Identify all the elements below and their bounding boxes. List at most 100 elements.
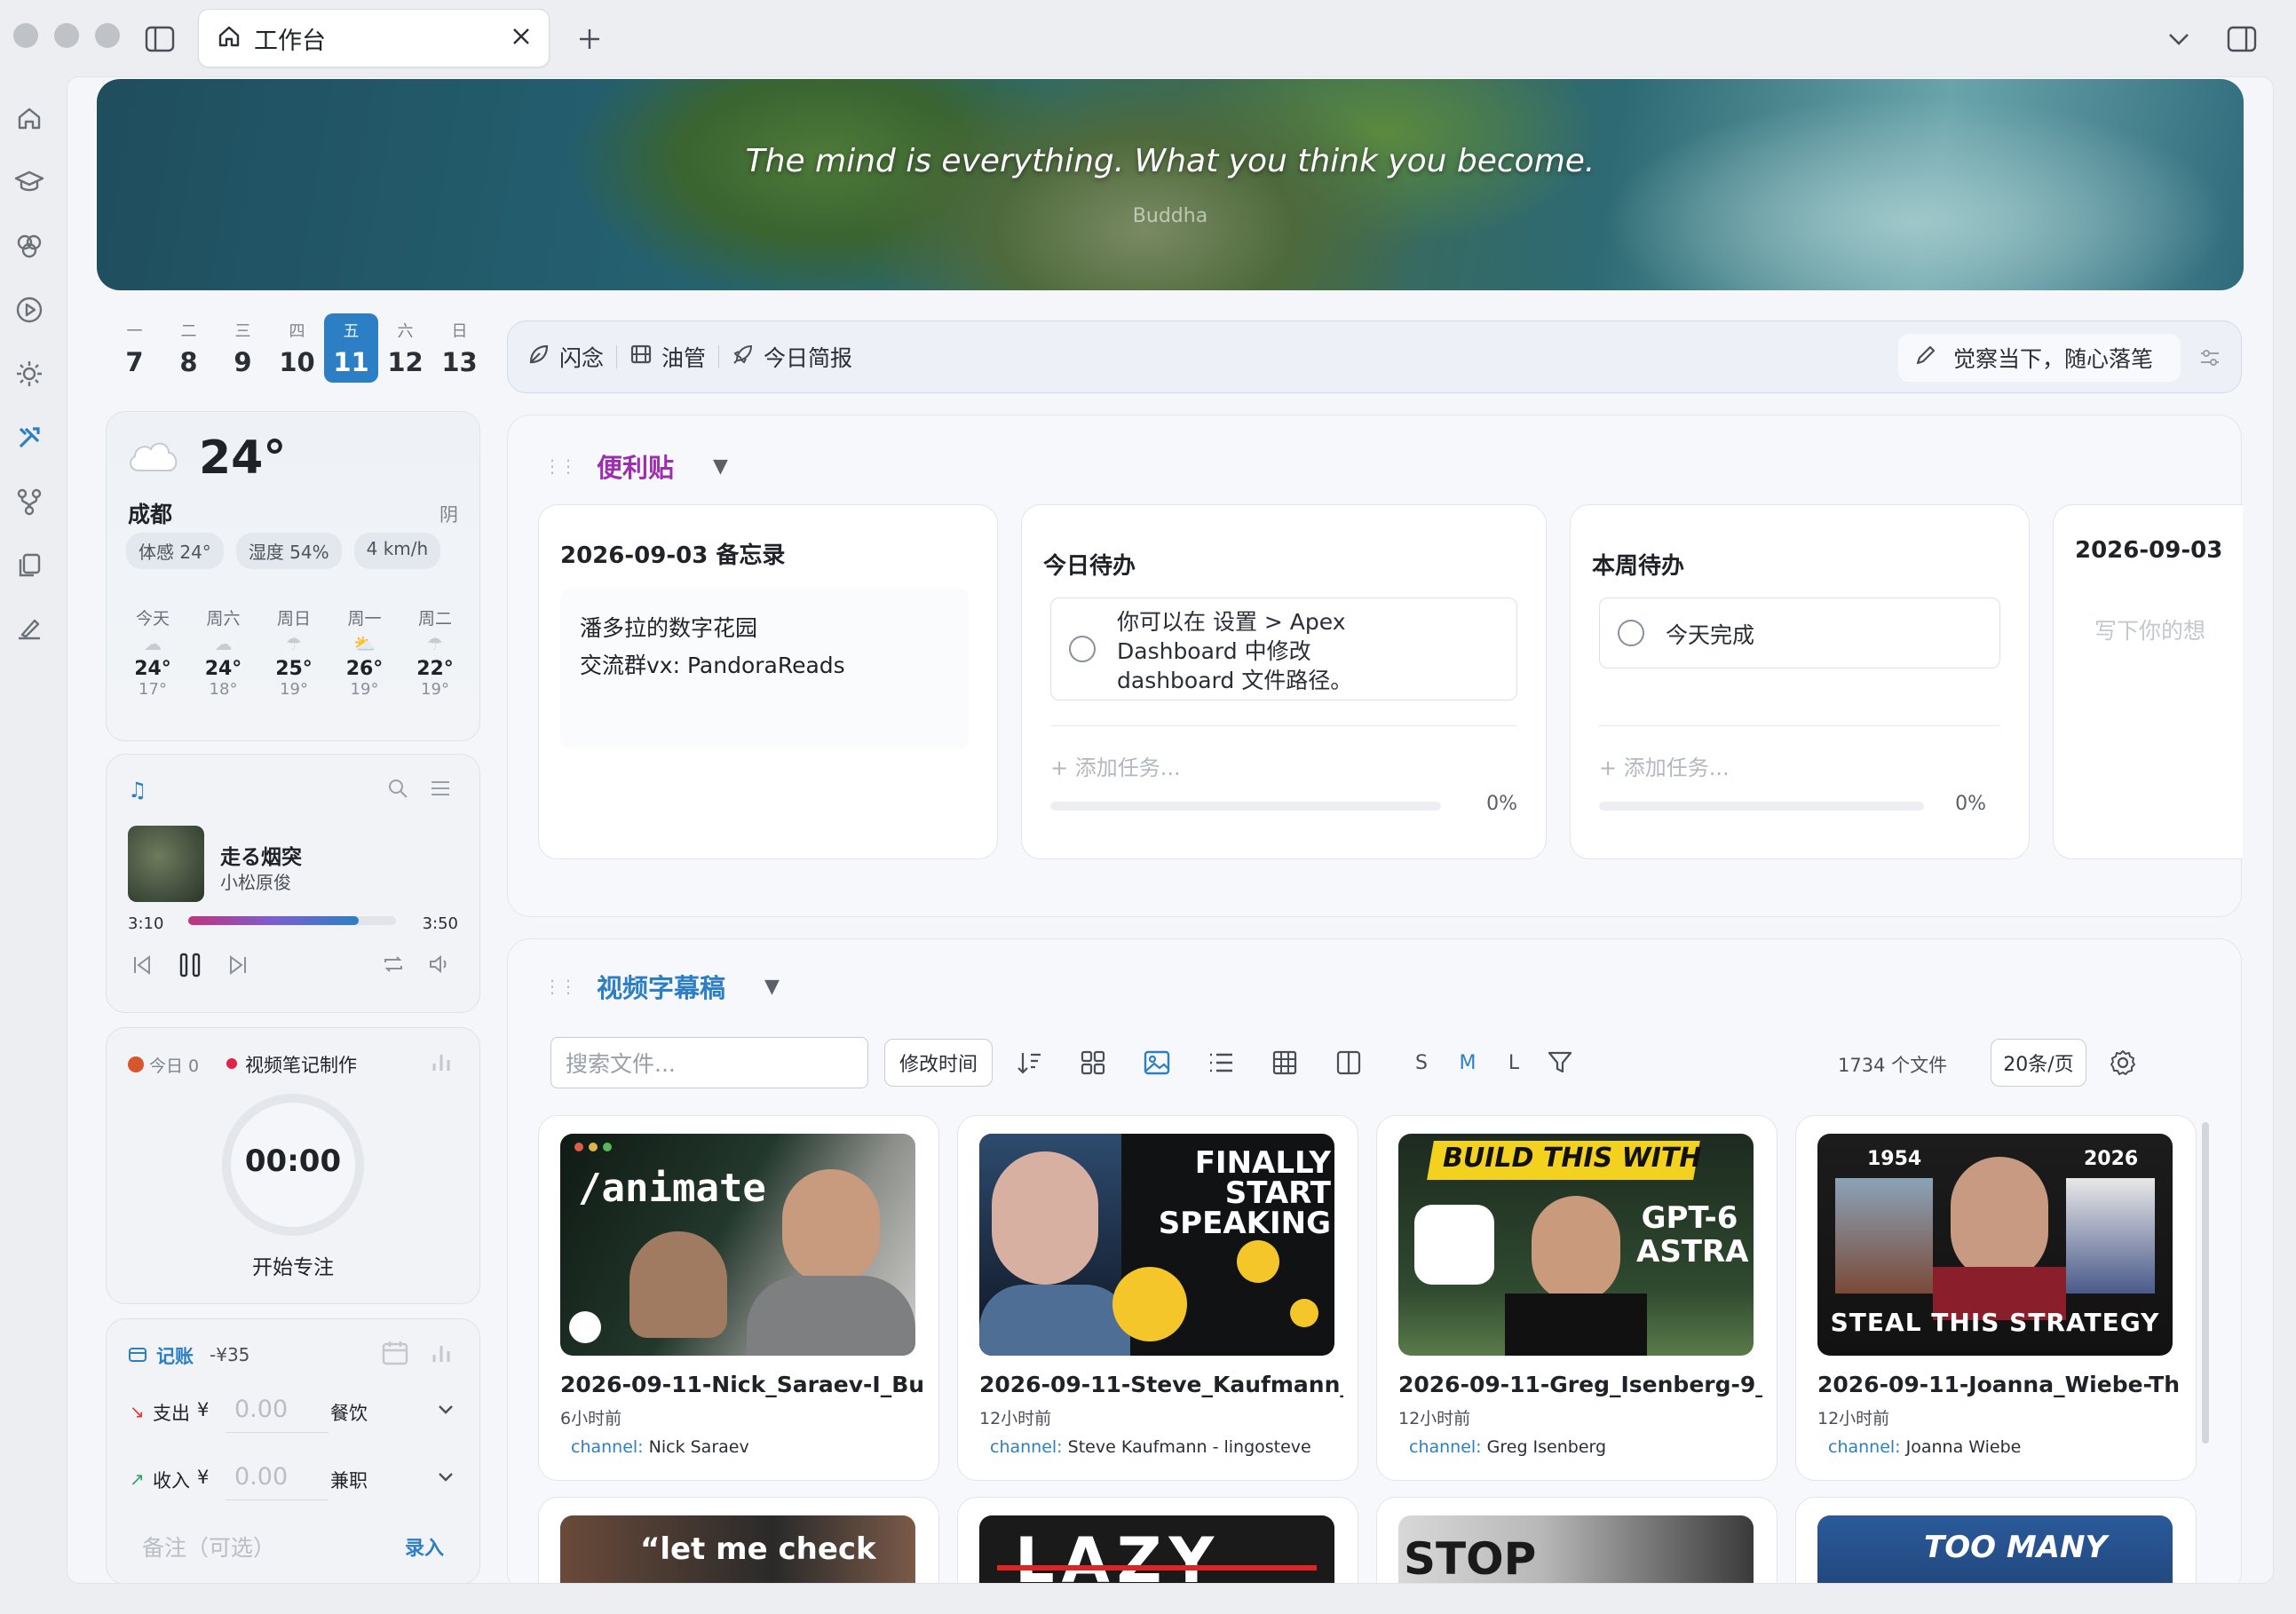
calendar-day-today[interactable]: 五 11 <box>324 313 378 383</box>
graduation-cap-icon[interactable] <box>12 165 46 199</box>
zoom-window-button[interactable] <box>95 23 120 48</box>
income-category-select[interactable]: 兼职 <box>330 1467 368 1493</box>
home-icon[interactable] <box>12 101 46 135</box>
income-amount-input[interactable]: 0.00 <box>226 1458 329 1500</box>
signature-icon[interactable] <box>12 613 46 646</box>
sidebar-toggle-icon[interactable] <box>142 21 178 57</box>
brain-icon[interactable] <box>12 229 46 263</box>
previous-icon[interactable] <box>131 954 153 979</box>
next-icon[interactable] <box>227 954 249 979</box>
todo-item[interactable]: 你可以在 设置 > Apex Dashboard 中修改 dashboard 文… <box>1050 597 1517 700</box>
video-channel: channel: Nick Saraev <box>571 1437 749 1457</box>
calendar-day[interactable]: 四 10 <box>270 313 324 383</box>
focus-task-name[interactable]: 视频笔记制作 <box>245 1051 357 1078</box>
add-task-input[interactable]: + 添加任务... <box>1050 750 1181 781</box>
tools-icon[interactable] <box>12 421 46 455</box>
mindful-note-input[interactable]: 觉察当下，随心落笔 <box>1898 334 2181 382</box>
task-dot-icon <box>226 1058 237 1069</box>
stats-icon[interactable] <box>430 1342 453 1369</box>
youtube-button[interactable]: 油管 <box>629 341 706 373</box>
image-view-icon[interactable] <box>1140 1046 1174 1080</box>
video-title: 2026-09-11-Nick_Saraev-I_Bui... <box>560 1372 924 1397</box>
drag-handle-icon[interactable]: ⋮⋮ <box>543 455 577 477</box>
collapse-triangle-icon[interactable]: ▼ <box>713 455 728 478</box>
playlist-icon[interactable] <box>430 779 451 801</box>
gear-icon[interactable] <box>2106 1046 2140 1080</box>
repeat-icon[interactable] <box>382 953 405 978</box>
checkbox[interactable] <box>1618 620 1644 646</box>
progress-track[interactable] <box>188 916 396 925</box>
filter-icon[interactable] <box>1543 1046 1577 1080</box>
sort-descending-icon[interactable] <box>1012 1046 1046 1080</box>
grid-view-icon[interactable] <box>1076 1046 1110 1080</box>
video-card[interactable]: BUILD THIS WITH GPT-6 ASTRA 2026-09-11-G… <box>1376 1115 1777 1481</box>
tab-label: 工作台 <box>254 27 326 55</box>
daily-brief-button[interactable]: 今日简报 <box>732 341 852 373</box>
sort-field-button[interactable]: 修改时间 <box>884 1039 993 1087</box>
expense-category-select[interactable]: 餐饮 <box>330 1399 368 1426</box>
week-todo-note: 本周待办 今天完成 + 添加任务... 0% <box>1570 504 2030 859</box>
video-title: 2026-09-11-Steve_Kaufmann_... <box>979 1372 1343 1397</box>
partial-note[interactable]: 2026-09-03 写下你的想 <box>2053 504 2243 859</box>
close-window-button[interactable] <box>13 23 38 48</box>
ledger-submit-button[interactable]: 录入 <box>405 1532 444 1561</box>
ledger-total: -¥35 <box>210 1344 250 1365</box>
chevron-down-icon[interactable] <box>437 1403 455 1420</box>
table-view-icon[interactable] <box>1268 1046 1302 1080</box>
ledger-title: 记账 <box>156 1346 194 1367</box>
memo-body[interactable]: 潘多拉的数字花园 交流群vx: PandoraReads <box>560 589 969 748</box>
video-thumbnail: BUILD THIS WITH GPT-6 ASTRA <box>1398 1134 1754 1356</box>
chevron-down-icon[interactable] <box>437 1470 455 1487</box>
calendar-day[interactable]: 三9 <box>216 313 270 383</box>
video-card[interactable]: 1954 2026 STEAL THIS STRATEGY 2026-09-11… <box>1795 1115 2197 1481</box>
search-icon[interactable] <box>387 778 408 803</box>
stats-icon[interactable] <box>430 1051 453 1078</box>
split-view-icon[interactable] <box>1332 1046 1366 1080</box>
sliders-icon[interactable] <box>2198 346 2221 373</box>
drag-handle-icon[interactable]: ⋮⋮ <box>543 976 577 997</box>
add-task-input[interactable]: + 添加任务... <box>1599 750 1730 781</box>
list-view-icon[interactable] <box>1204 1046 1238 1080</box>
calendar-day[interactable]: 六 12 <box>378 313 432 383</box>
chevron-down-icon[interactable] <box>2161 23 2197 55</box>
play-circle-icon[interactable] <box>12 293 46 327</box>
video-card[interactable]: LAZY <box>957 1497 1358 1583</box>
minimize-window-button[interactable] <box>54 23 79 48</box>
expense-amount-input[interactable]: 0.00 <box>226 1390 329 1433</box>
calendar-icon[interactable] <box>382 1341 408 1369</box>
memo-note[interactable]: 2026-09-03 备忘录 潘多拉的数字花园 交流群vx: PandoraRe… <box>538 504 998 859</box>
sun-icon[interactable] <box>12 357 46 391</box>
calendar-day[interactable]: 二8 <box>162 313 216 383</box>
collapse-triangle-icon[interactable]: ▼ <box>764 976 780 998</box>
size-medium-button[interactable]: M <box>1451 1046 1484 1080</box>
tab-workbench[interactable]: 工作台 <box>198 9 550 67</box>
close-tab-icon[interactable] <box>511 27 531 50</box>
calendar-day[interactable]: 一7 <box>107 313 162 383</box>
video-card[interactable]: FINALLY START SPEAKING 2026-09-11-Steve_… <box>957 1115 1358 1481</box>
git-fork-icon[interactable] <box>12 485 46 518</box>
todo-item[interactable]: 今天完成 <box>1599 597 2000 669</box>
video-card[interactable]: “let me check <box>538 1497 939 1583</box>
checkbox[interactable] <box>1069 636 1096 662</box>
scrollbar-thumb[interactable] <box>2202 1122 2209 1444</box>
calendar-day[interactable]: 日 13 <box>432 313 487 383</box>
cloud-icon: ☁ <box>144 633 162 654</box>
start-focus-button[interactable]: 开始专注 <box>107 1250 479 1280</box>
search-input[interactable]: 搜索文件... <box>550 1037 868 1088</box>
video-thumbnail: FINALLY START SPEAKING <box>979 1134 1334 1356</box>
video-card[interactable]: STOP <box>1376 1497 1777 1583</box>
expense-arrow-icon: ↘ <box>130 1401 145 1422</box>
new-tab-icon[interactable] <box>572 21 607 57</box>
video-card[interactable]: TOO MANY <box>1795 1497 2197 1583</box>
size-large-button[interactable]: L <box>1497 1046 1531 1080</box>
pause-icon[interactable] <box>178 952 202 982</box>
right-sidebar-toggle-icon[interactable] <box>2224 21 2260 57</box>
sticky-notes-section: ⋮⋮ 便利贴 ▼ 2026-09-03 备忘录 潘多拉的数字花园 交流群vx: … <box>507 415 2243 917</box>
page-size-select[interactable]: 20条/页 <box>1991 1039 2086 1087</box>
size-small-button[interactable]: S <box>1405 1046 1438 1080</box>
volume-icon[interactable] <box>428 953 451 978</box>
copy-icon[interactable] <box>12 549 46 582</box>
video-card[interactable]: /animate 2026-09-11-Nick_Saraev-I_Bui...… <box>538 1115 939 1481</box>
flash-idea-button[interactable]: 闪念 <box>527 341 604 373</box>
ledger-note-input[interactable]: 备注（可选） <box>142 1531 275 1563</box>
